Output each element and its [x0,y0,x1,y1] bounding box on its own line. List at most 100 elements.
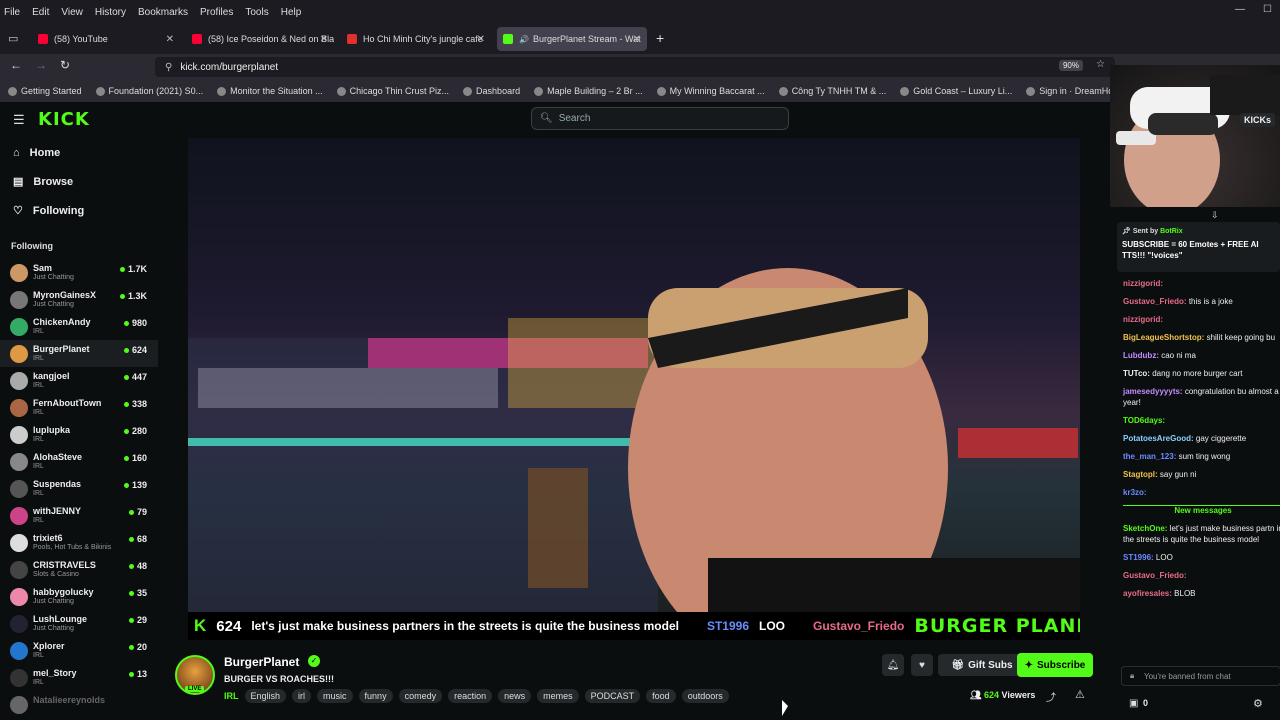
nav-home[interactable]: ⌂ Home [0,138,158,167]
streamer-name[interactable]: BurgerPlanet [224,655,299,669]
kicks-wallet-icon[interactable]: ▣ [1129,698,1138,709]
stream-tag[interactable]: news [498,689,532,703]
sidebar-channel-burgerplanet[interactable]: BurgerPlanet IRL 624 [0,340,158,367]
bookmark-item[interactable]: Chicago Thin Crust Piz... [336,86,449,96]
zoom-badge[interactable]: 90% [1058,60,1083,71]
stream-tag[interactable]: PODCAST [584,689,641,703]
notification-bell-button[interactable]: 🔔︎ [882,654,904,676]
chat-username[interactable]: ayofiresales: [1123,589,1172,598]
maximize-icon[interactable]: ☐ [1263,4,1272,15]
chat-username[interactable]: BigLeagueShortstop: [1123,333,1204,342]
menu-help[interactable]: Help [281,7,302,18]
stream-tag[interactable]: outdoors [681,689,729,703]
speaker-icon[interactable]: 🔊 [519,35,529,44]
chat-input[interactable]: 🔒︎ You're banned from chat [1121,666,1280,686]
bookmark-item[interactable]: Getting Started [8,86,82,96]
kicks-button[interactable]: KICKs [1240,113,1276,127]
sidebar-channel-withjenny[interactable]: withJENNY IRL 79 [0,502,158,529]
stream-tag[interactable]: food [646,689,676,703]
menu-edit[interactable]: Edit [32,7,49,18]
chat-username[interactable]: SketchOne: [1123,524,1167,533]
tab-youtube[interactable]: (58) YouTube ✕ [32,27,180,51]
menu-view[interactable]: View [61,7,83,18]
tab-hcmc-cafe[interactable]: Ho Chi Minh City's jungle cafe ✕ [341,27,491,51]
menu-file[interactable]: File [4,7,20,18]
stream-tag[interactable]: comedy [398,689,443,703]
chat-username[interactable]: Gustavo_Friedo: [1123,571,1187,580]
tab-overview-icon[interactable]: ▭ [8,32,18,45]
menu-history[interactable]: History [95,7,126,18]
bookmark-item[interactable]: Sign in · DreamHost [1026,86,1120,96]
sidebar-channel-suspendas[interactable]: Suspendas IRL 139 [0,475,158,502]
menu-icon[interactable]: ☰ [13,112,25,128]
collapse-chat-icon[interactable]: ⇩ [1211,210,1219,221]
stream-tag[interactable]: memes [537,689,579,703]
tab-burgerplanet[interactable]: 🔊 BurgerPlanet Stream - Wat ✕ [497,27,647,51]
bookmark-item[interactable]: Maple Building – 2 Br ... [534,86,643,96]
share-icon[interactable]: ⤴ [1046,689,1056,704]
gift-subs-button[interactable]: 🎁︎ Gift Subs [938,654,1026,676]
close-icon[interactable]: ✕ [320,34,328,45]
bookmark-item[interactable]: My Winning Baccarat ... [656,86,765,96]
tune-icon[interactable]: ⚲ [165,62,172,73]
sidebar-channel-fernabouttown[interactable]: FernAboutTown IRL 338 [0,394,158,421]
sidebar-channel-chickenandy[interactable]: ChickenAndy IRL 980 [0,313,158,340]
url-field[interactable]: ⚲ kick.com/burgerplanet 90% ☆ [155,57,1115,77]
sidebar-channel-sam[interactable]: Sam Just Chatting 1.7K [0,259,158,286]
bookmark-item[interactable]: Monitor the Situation ... [217,86,323,96]
search-input[interactable]: 🔍︎ Search [531,107,789,130]
bookmark-item[interactable]: Foundation (2021) S0... [95,86,203,96]
nav-browse[interactable]: ▤ Browse [0,167,158,196]
close-icon[interactable]: ✕ [166,34,174,45]
close-icon[interactable]: ✕ [633,34,641,45]
bot-name[interactable]: BotRix [1160,228,1183,235]
sidebar-channel-natalieereynolds[interactable]: Natalieereynolds [0,691,158,718]
stream-tag[interactable]: reaction [448,689,493,703]
sidebar-channel-myrongainesx[interactable]: MyronGainesX Just Chatting 1.3K [0,286,158,313]
sidebar-channel-luplupka[interactable]: luplupka IRL 280 [0,421,158,448]
menu-bookmarks[interactable]: Bookmarks [138,7,188,18]
subscribe-button[interactable]: ✦ Subscribe [1017,653,1093,677]
close-icon[interactable]: ✕ [477,34,485,45]
sidebar-channel-mel_story[interactable]: mel_Story IRL 13 [0,664,158,691]
chat-username[interactable]: TUTco: [1123,369,1150,378]
new-messages-divider[interactable]: New messages [1123,505,1280,515]
chat-username[interactable]: TOD6days: [1123,416,1165,425]
stream-tag[interactable]: funny [358,689,393,703]
stream-category[interactable]: IRL [224,691,239,701]
nav-following[interactable]: ♡ Following [0,196,158,225]
chat-username[interactable]: kr3zo: [1123,488,1147,497]
minimize-icon[interactable]: — [1235,4,1245,15]
sidebar-channel-alohasteve[interactable]: AlohaSteve IRL 160 [0,448,158,475]
menu-tools[interactable]: Tools [245,7,268,18]
stream-tag[interactable]: irl [292,689,312,703]
stream-tag[interactable]: English [244,689,287,703]
tab-ice-poseidon[interactable]: (58) Ice Poseidon & Ned on Bla ✕ [186,27,334,51]
forward-icon[interactable]: → [35,58,47,72]
menu-profiles[interactable]: Profiles [200,7,233,18]
chat-username[interactable]: Lubdubz: [1123,351,1159,360]
back-icon[interactable]: ← [10,58,22,72]
kick-logo[interactable]: KICK [38,109,90,130]
sidebar-channel-lushlounge[interactable]: LushLounge Just Chatting 29 [0,610,158,637]
reload-icon[interactable]: ↻ [60,58,70,72]
stream-tag[interactable]: music [317,689,353,703]
report-icon[interactable]: ⚠ [1075,688,1085,701]
bookmark-item[interactable]: Gold Coast – Luxury Li... [900,86,1012,96]
sidebar-channel-habbygolucky[interactable]: habbygolucky Just Chatting 35 [0,583,158,610]
chat-username[interactable]: nizzigorid: [1123,279,1163,288]
sidebar-channel-trixiet6[interactable]: trixiet6 Pools, Hot Tubs & Bikinis 68 [0,529,158,556]
chat-username[interactable]: PotatoesAreGood: [1123,434,1194,443]
new-tab-icon[interactable]: + [656,30,664,46]
chat-username[interactable]: Gustavo_Friedo: [1123,297,1187,306]
bookmark-item[interactable]: Công Ty TNHH TM & ... [778,86,886,96]
chat-username[interactable]: jamesedyyyyts: [1123,387,1183,396]
video-player[interactable] [188,138,1080,638]
star-icon[interactable]: ☆ [1096,59,1105,70]
chat-username[interactable]: nizzigorid: [1123,315,1163,324]
sidebar-channel-kangjoel[interactable]: kangjoel IRL 447 [0,367,158,394]
chat-username[interactable]: Stagtopl: [1123,470,1158,479]
sidebar-channel-cristravels[interactable]: CRISTRAVELS Slots & Casino 48 [0,556,158,583]
chat-username[interactable]: the_man_123: [1123,452,1176,461]
chat-username[interactable]: ST1996: [1123,553,1154,562]
